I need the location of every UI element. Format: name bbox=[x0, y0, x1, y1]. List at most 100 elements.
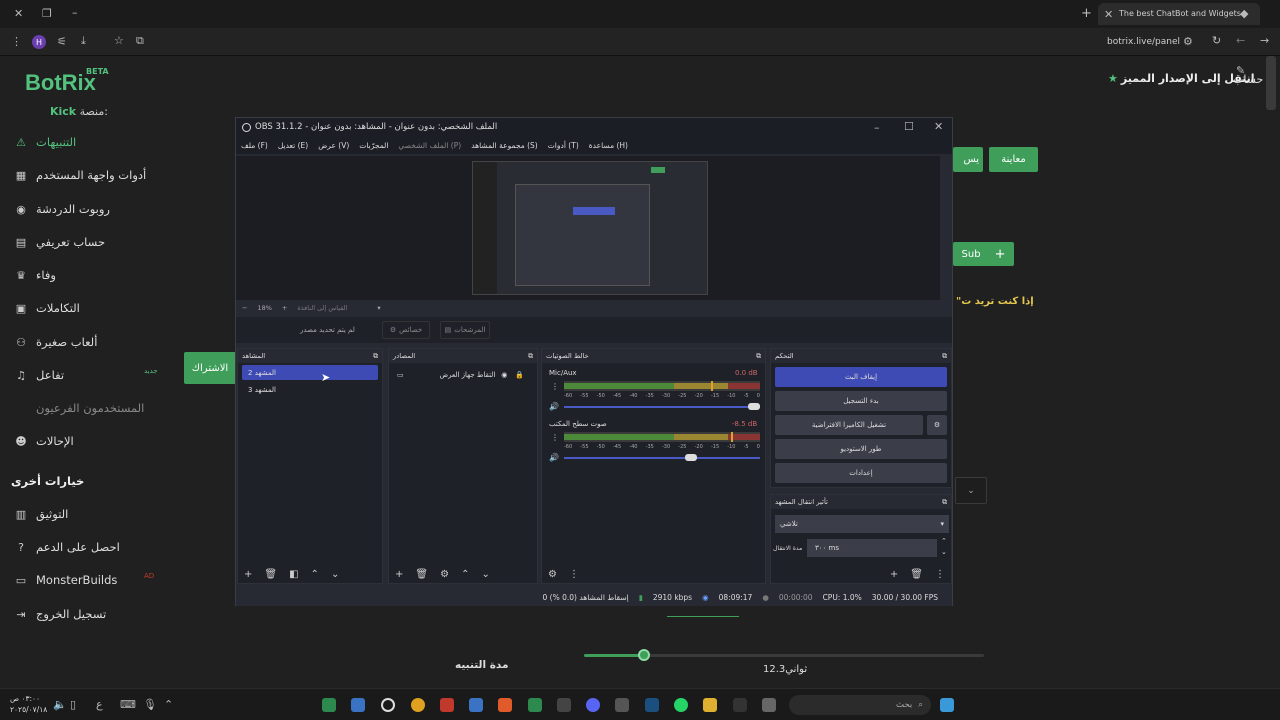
up-icon[interactable]: ⌃ bbox=[461, 569, 469, 580]
brave-icon[interactable] bbox=[498, 698, 512, 712]
trash-icon[interactable]: 🗑 bbox=[264, 569, 277, 580]
app-icon[interactable] bbox=[615, 698, 629, 712]
app-icon[interactable] bbox=[469, 698, 483, 712]
menu-view[interactable]: عرض (V) bbox=[318, 141, 349, 150]
translate-icon[interactable]: ⧉ bbox=[136, 35, 144, 46]
sidebar-item-support[interactable]: ? احصل على الدعم bbox=[0, 536, 160, 558]
down-icon[interactable]: ⌄ bbox=[481, 569, 489, 580]
back-icon[interactable]: ← bbox=[1236, 35, 1245, 46]
add-icon[interactable]: + bbox=[244, 569, 252, 580]
download-icon[interactable]: ⤓ bbox=[81, 35, 86, 46]
menu-edit[interactable]: تعديل (E) bbox=[278, 141, 308, 150]
task-view-icon[interactable] bbox=[762, 698, 776, 712]
sidebar-item-widgets[interactable]: ▦ أدوات واجهة المستخدم bbox=[0, 164, 160, 186]
sidebar-item-profile[interactable]: ▤ حساب تعريفي bbox=[0, 231, 160, 253]
audio-settings-icon[interactable]: ⚙ bbox=[548, 569, 557, 580]
xbox-icon[interactable] bbox=[528, 698, 542, 712]
sidebar-item-interaction[interactable]: ♫ تفاعل bbox=[0, 364, 160, 386]
menu-dots-icon[interactable]: ⋮ bbox=[11, 36, 22, 47]
up-icon[interactable]: ⌃ bbox=[311, 569, 319, 580]
obs-minimize-icon[interactable]: – bbox=[874, 122, 880, 133]
app-icon[interactable] bbox=[557, 698, 571, 712]
dropdown-chevron-icon[interactable]: ⌄ bbox=[955, 477, 987, 504]
sidebar-item-monsterbuilds[interactable]: ▭ MonsterBuilds bbox=[0, 569, 160, 591]
forward-icon[interactable]: → bbox=[1260, 35, 1269, 46]
maximize-icon[interactable]: ❐ bbox=[42, 8, 52, 19]
scene-item[interactable]: المشهد 3 bbox=[242, 382, 378, 397]
steam-icon[interactable] bbox=[645, 698, 659, 712]
url-text[interactable]: botrix.live/panel bbox=[1107, 37, 1180, 47]
extensions-icon[interactable]: ⚟ bbox=[57, 36, 67, 47]
lock-icon[interactable]: 🔒 bbox=[515, 371, 524, 379]
spin-up-icon[interactable]: ⌃ bbox=[941, 537, 947, 545]
chrome-icon[interactable] bbox=[411, 698, 425, 712]
windows-start-icon[interactable] bbox=[940, 698, 954, 712]
language-indicator[interactable]: ع bbox=[96, 699, 103, 710]
menu-profile[interactable]: الملف الشخصي (P) bbox=[398, 141, 461, 150]
channel-menu-icon[interactable]: ⋮ bbox=[551, 433, 559, 442]
zoom-out-icon[interactable]: − bbox=[242, 304, 247, 312]
start-recording-button[interactable]: بدء التسجيل bbox=[775, 391, 947, 411]
active-tab[interactable]: ✕ The best ChatBot and Widgets ◆ bbox=[1098, 3, 1260, 25]
upgrade-link[interactable]: ★ انتقل إلى الإصدار المميز bbox=[1108, 72, 1255, 85]
mixer-menu-icon[interactable]: ⋮ bbox=[569, 569, 579, 580]
filters-button[interactable]: ▤ المرشحات bbox=[440, 321, 490, 339]
slider-thumb[interactable] bbox=[638, 649, 650, 661]
obs-close-icon[interactable]: ✕ bbox=[934, 121, 943, 132]
obs-preview[interactable] bbox=[236, 156, 940, 300]
sidebar-item-logout[interactable]: ⇥ تسجيل الخروج bbox=[0, 603, 160, 625]
page-scrollbar[interactable] bbox=[1266, 56, 1276, 110]
sidebar-item-minigames[interactable]: ⚇ ألعاب صغيرة bbox=[0, 331, 160, 353]
battery-icon[interactable]: ▯ bbox=[70, 699, 76, 710]
subscribe-button[interactable]: الاشتراك bbox=[184, 352, 236, 384]
tray-chevron-icon[interactable]: ⌃ bbox=[164, 699, 173, 710]
minimize-icon[interactable]: – bbox=[72, 7, 78, 18]
trash-icon[interactable]: 🗑 bbox=[910, 569, 923, 580]
channel-menu-icon[interactable]: ⋮ bbox=[551, 382, 559, 391]
preview-button[interactable]: معاينة bbox=[989, 147, 1038, 172]
reload-icon[interactable]: ↻ bbox=[1212, 35, 1221, 46]
scene-item[interactable]: المشهد 2 bbox=[242, 365, 378, 380]
zoom-in-icon[interactable]: + bbox=[282, 304, 287, 312]
menu-help[interactable]: مساعدة (H) bbox=[589, 141, 628, 150]
volume-slider[interactable] bbox=[564, 454, 760, 461]
volume-thumb[interactable] bbox=[748, 403, 760, 410]
volume-slider[interactable] bbox=[564, 403, 760, 410]
duration-slider[interactable] bbox=[584, 649, 984, 661]
gear-icon[interactable]: ⚙ bbox=[440, 569, 449, 580]
youtube-icon[interactable] bbox=[440, 698, 454, 712]
volume-thumb[interactable] bbox=[685, 454, 698, 461]
properties-button[interactable]: ⚙ خصائص bbox=[382, 321, 430, 339]
duration-spinbox[interactable]: ٣٠٠ ms bbox=[807, 539, 937, 557]
eye-icon[interactable]: ◉ bbox=[501, 371, 507, 379]
taskbar-search[interactable]: بحث ⌕ bbox=[789, 695, 931, 715]
mic-icon[interactable]: 🎙 bbox=[143, 699, 157, 710]
undock-icon[interactable]: ⧉ bbox=[756, 352, 761, 361]
spin-down-icon[interactable]: ⌄ bbox=[941, 548, 947, 556]
undock-icon[interactable]: ⧉ bbox=[373, 352, 378, 361]
profile-avatar[interactable]: H bbox=[32, 35, 46, 49]
menu-tools[interactable]: أدوات (T) bbox=[548, 141, 579, 150]
speaker-icon[interactable]: 🔊 bbox=[549, 402, 559, 411]
tab-close-icon[interactable]: ✕ bbox=[1104, 9, 1113, 20]
menu-file[interactable]: ملف (F) bbox=[241, 141, 268, 150]
app-icon[interactable] bbox=[322, 698, 336, 712]
close-window-icon[interactable]: ✕ bbox=[14, 8, 23, 19]
sidebar-item-docs[interactable]: ▥ التوثيق bbox=[0, 503, 160, 525]
zoom-dropdown-icon[interactable]: ▾ bbox=[377, 304, 380, 312]
menu-dots-icon[interactable]: ⋮ bbox=[935, 569, 945, 580]
app-icon[interactable] bbox=[733, 698, 747, 712]
sidebar-item-integrations[interactable]: ▣ التكاملات bbox=[0, 297, 160, 319]
add-icon[interactable]: + bbox=[890, 569, 898, 580]
sidebar-item-alerts[interactable]: ⚠ التنبيهات bbox=[0, 131, 160, 153]
speaker-icon[interactable]: 🔊 bbox=[549, 453, 559, 462]
obs-maximize-icon[interactable]: ☐ bbox=[904, 121, 914, 132]
sidebar-item-loyalty[interactable]: ♛ وفاء bbox=[0, 264, 160, 286]
new-tab-icon[interactable]: + bbox=[1081, 7, 1092, 20]
menu-scene-collection[interactable]: مجموعة المشاهد (S) bbox=[471, 141, 538, 150]
add-icon[interactable]: + bbox=[395, 569, 403, 580]
keyboard-icon[interactable]: ⌨ bbox=[120, 699, 136, 710]
folder-icon[interactable] bbox=[703, 698, 717, 712]
save-button[interactable]: يس bbox=[953, 147, 983, 172]
settings-button[interactable]: إعدادات bbox=[775, 463, 947, 483]
